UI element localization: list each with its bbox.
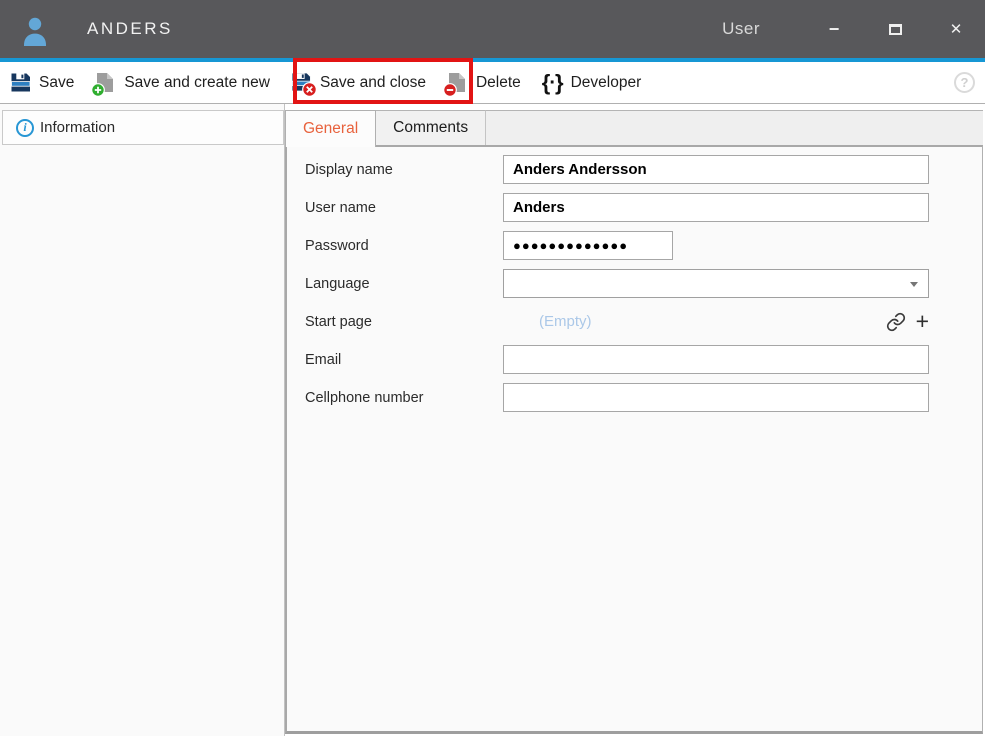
form-row-password: Password [305, 231, 929, 260]
form-row-cellphone: Cellphone number [305, 383, 929, 412]
sidebar-item-information[interactable]: i Information [2, 110, 284, 145]
body: i Information General Comments Display n… [0, 104, 985, 736]
email-input[interactable] [503, 345, 929, 374]
tab-comments[interactable]: Comments [376, 110, 486, 145]
code-braces-icon: {·} [542, 72, 564, 94]
save-close-icon [291, 72, 313, 94]
user-avatar-icon [22, 15, 48, 47]
link-icon[interactable] [886, 312, 906, 332]
delete-label: Delete [476, 74, 521, 92]
record-title: ANDERS [87, 19, 173, 39]
chevron-down-icon [910, 282, 918, 287]
tabstrip: General Comments [285, 104, 983, 145]
developer-label: Developer [571, 74, 642, 92]
language-select[interactable] [503, 269, 929, 298]
form-row-display-name: Display name [305, 155, 929, 184]
maximize-button[interactable] [887, 19, 903, 39]
close-badge-icon [302, 82, 317, 97]
cellphone-label: Cellphone number [305, 390, 503, 406]
toolbar: Save Save and create new [0, 62, 985, 104]
cellphone-input[interactable] [503, 383, 929, 412]
entity-type-label: User [722, 19, 760, 39]
minimize-button[interactable]: − [826, 19, 842, 39]
save-and-close-button[interactable]: Save and close [291, 62, 426, 104]
document-delete-icon [447, 72, 469, 94]
language-label: Language [305, 276, 503, 292]
tabstrip-filler [486, 110, 983, 145]
user-name-label: User name [305, 200, 503, 216]
remove-badge-icon [443, 83, 457, 97]
tab-general[interactable]: General [285, 110, 376, 147]
form-row-start-page: Start page (Empty) + [305, 307, 929, 336]
delete-button[interactable]: Delete [447, 62, 521, 104]
save-and-create-new-button[interactable]: Save and create new [95, 62, 270, 104]
document-add-icon [95, 72, 117, 94]
close-button[interactable]: ✕ [948, 19, 964, 39]
form-row-user-name: User name [305, 193, 929, 222]
titlebar: ANDERS User − ✕ [0, 0, 985, 58]
start-page-actions: + [886, 310, 929, 333]
main-area: General Comments Display name User name … [285, 104, 985, 736]
maximize-icon [889, 24, 902, 35]
save-button[interactable]: Save [10, 62, 74, 104]
user-window: ANDERS User − ✕ Save [0, 0, 985, 736]
information-label: Information [40, 119, 115, 136]
user-name-input[interactable] [503, 193, 929, 222]
add-icon[interactable]: + [916, 310, 929, 333]
form-row-email: Email [305, 345, 929, 374]
email-label: Email [305, 352, 503, 368]
save-and-close-label: Save and close [320, 74, 426, 92]
info-icon: i [16, 119, 34, 137]
general-tab-content: Display name User name Password Language [285, 145, 983, 734]
developer-button[interactable]: {·} Developer [542, 62, 641, 104]
save-and-create-new-label: Save and create new [124, 74, 270, 92]
help-icon[interactable]: ? [954, 72, 975, 93]
start-page-empty-value: (Empty) [539, 313, 592, 330]
add-badge-icon [91, 83, 105, 97]
password-input[interactable] [503, 231, 673, 260]
save-floppy-icon [10, 72, 32, 94]
left-panel: i Information [0, 104, 285, 736]
password-label: Password [305, 238, 503, 254]
start-page-label: Start page [305, 314, 503, 330]
display-name-input[interactable] [503, 155, 929, 184]
display-name-label: Display name [305, 162, 503, 178]
form-row-language: Language [305, 269, 929, 298]
save-label: Save [39, 74, 74, 92]
